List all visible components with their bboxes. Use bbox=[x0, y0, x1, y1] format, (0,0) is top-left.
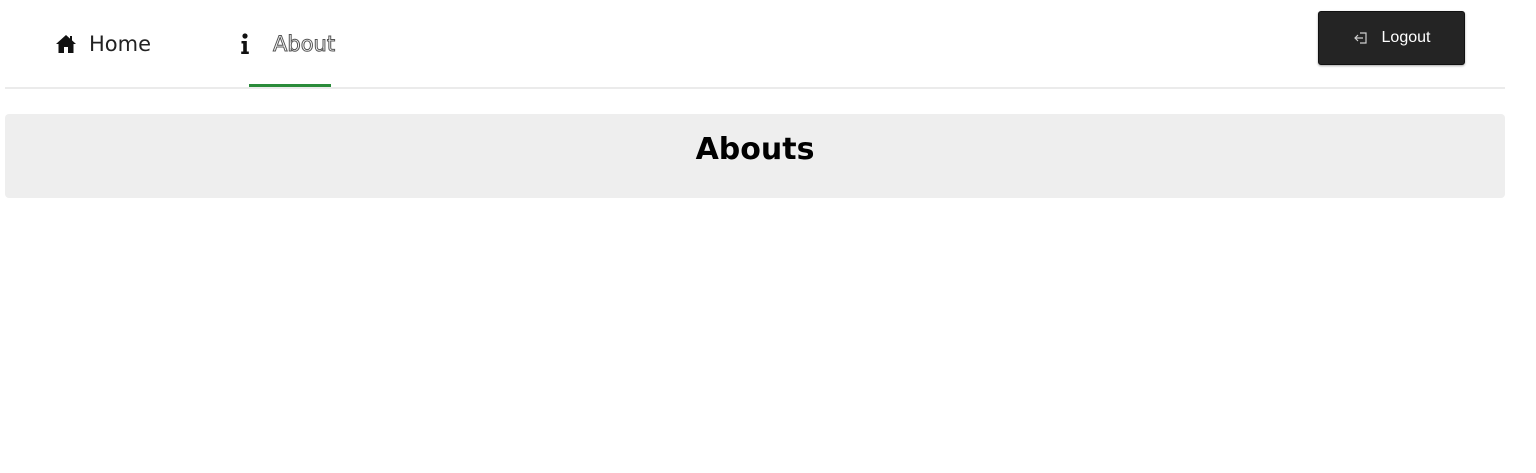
info-icon bbox=[234, 32, 256, 55]
page-title: Abouts bbox=[695, 131, 815, 167]
active-tab-indicator bbox=[249, 84, 331, 87]
page-header-panel: Abouts bbox=[5, 114, 1505, 198]
nav-item-home[interactable]: Home bbox=[55, 0, 165, 87]
logout-icon bbox=[1353, 30, 1369, 46]
home-icon bbox=[55, 33, 77, 55]
top-navbar: Home About bbox=[5, 0, 1505, 89]
logout-label: Logout bbox=[1381, 29, 1431, 46]
logout-button[interactable]: Logout bbox=[1318, 11, 1465, 65]
nav-item-label: Home bbox=[89, 31, 152, 56]
nav-item-about[interactable]: About bbox=[234, 0, 344, 87]
nav-item-label: About bbox=[272, 31, 336, 56]
